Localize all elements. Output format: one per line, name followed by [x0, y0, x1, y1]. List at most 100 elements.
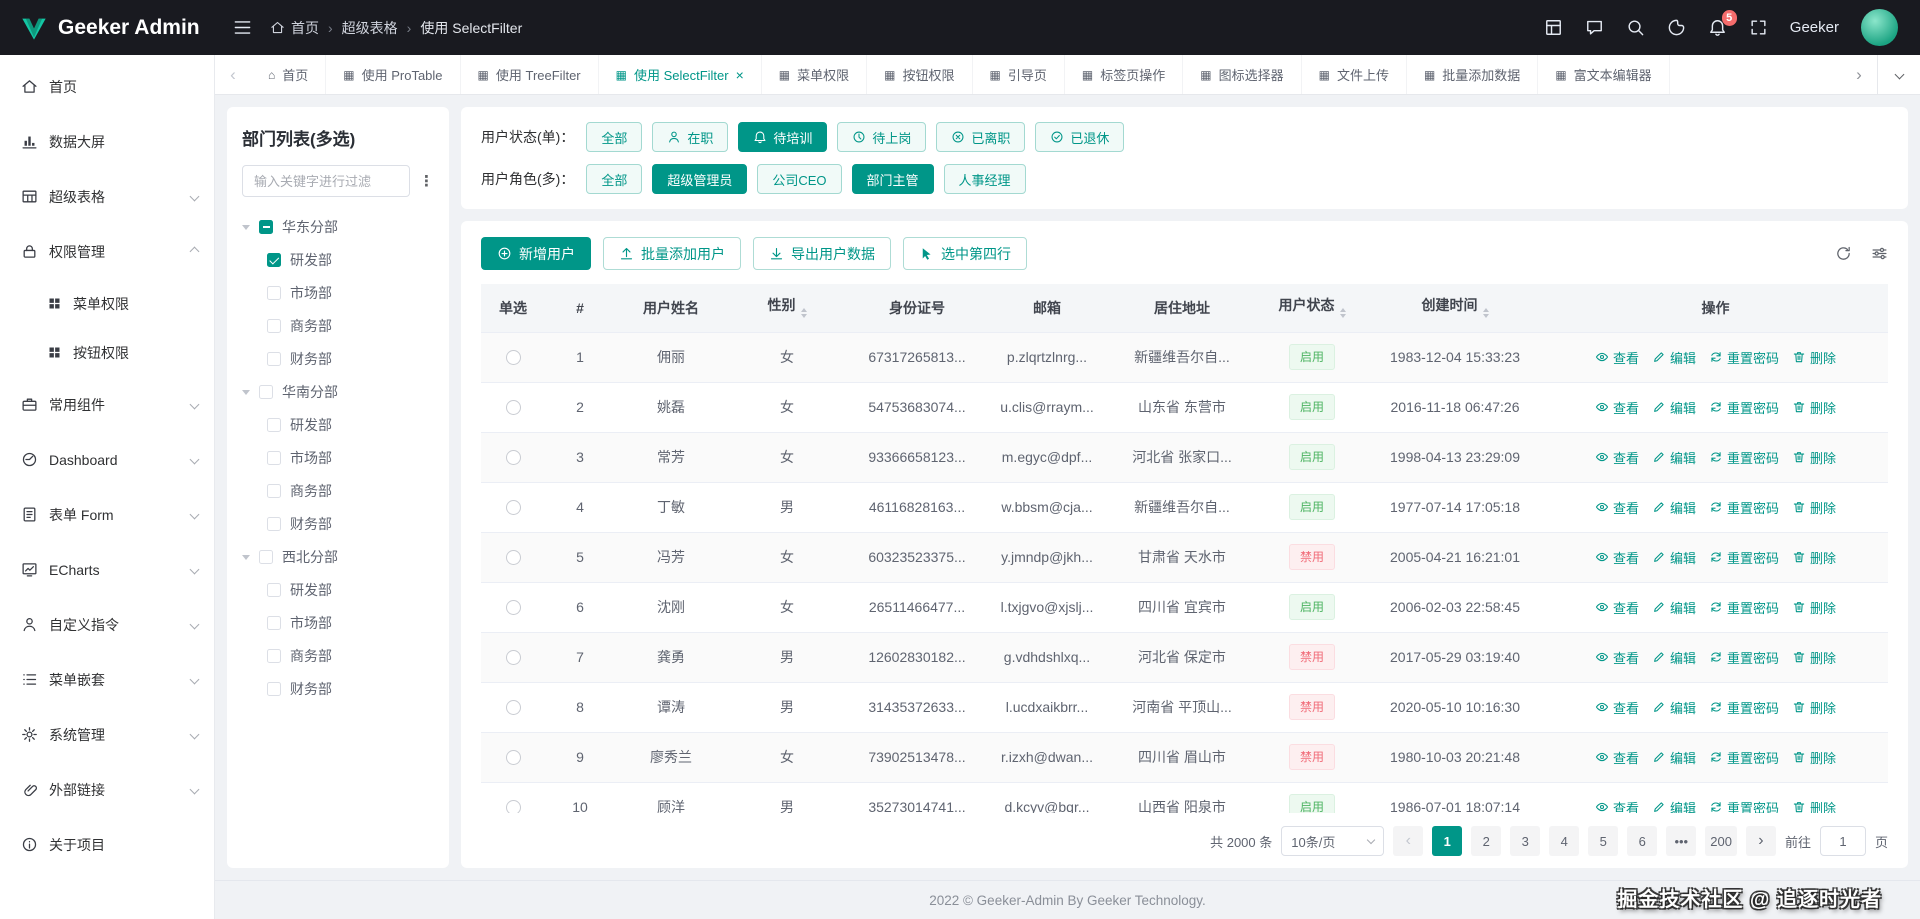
tree-node-parent[interactable]: 华东分部 — [242, 210, 434, 243]
view-button[interactable]: 查看 — [1595, 648, 1639, 667]
reset-password-button[interactable]: 重置密码 — [1709, 448, 1779, 467]
export-users-button[interactable]: 导出用户数据 — [753, 237, 891, 270]
tab-close-icon[interactable]: × — [736, 68, 744, 82]
tab[interactable]: ▦ 文件上传 × — [1302, 55, 1407, 94]
notification-bell-icon[interactable]: 5 — [1708, 10, 1737, 37]
fullscreen-icon[interactable] — [1749, 18, 1768, 37]
tree-checkbox[interactable] — [267, 252, 281, 267]
edit-button[interactable]: 编辑 — [1652, 448, 1696, 467]
edit-button[interactable]: 编辑 — [1652, 598, 1696, 617]
tree-node-child[interactable]: 财务部 — [242, 672, 434, 705]
tree-node-child[interactable]: 财务部 — [242, 342, 434, 375]
filter-role-manager[interactable]: 部门主管 — [851, 164, 934, 194]
reset-password-button[interactable]: 重置密码 — [1709, 798, 1779, 813]
edit-button[interactable]: 编辑 — [1652, 498, 1696, 517]
row-radio[interactable] — [505, 549, 521, 565]
edit-button[interactable]: 编辑 — [1652, 748, 1696, 767]
breadcrumb-item-tables[interactable]: 超级表格 — [342, 18, 398, 38]
row-radio[interactable] — [505, 599, 521, 615]
goto-page-input[interactable] — [1819, 826, 1866, 856]
page-button[interactable]: ••• — [1666, 826, 1697, 856]
tab[interactable]: ▦ 按钮权限 × — [867, 55, 973, 94]
sidebar-item-button-auth[interactable]: 按钮权限 — [0, 328, 214, 377]
logo[interactable]: Geeker Admin — [0, 14, 215, 42]
edit-button[interactable]: 编辑 — [1652, 548, 1696, 567]
tree-node-child[interactable]: 商务部 — [242, 309, 434, 342]
filter-role-all[interactable]: 全部 — [586, 164, 643, 194]
filter-status-training[interactable]: 待培训 — [738, 122, 828, 152]
tree-checkbox[interactable] — [267, 318, 281, 333]
select-fourth-row-button[interactable]: 选中第四行 — [903, 237, 1027, 270]
row-radio[interactable] — [505, 349, 521, 365]
filter-status-working[interactable]: 在职 — [652, 122, 729, 152]
table-row[interactable]: 6 沈刚 女 26511466477... l.txjgvo@xjslj... … — [481, 582, 1888, 633]
tree-checkbox[interactable] — [259, 549, 273, 564]
sort-icon[interactable] — [800, 305, 807, 321]
tree-node-child[interactable]: 研发部 — [242, 408, 434, 441]
delete-button[interactable]: 删除 — [1792, 398, 1836, 417]
filter-status-resigned[interactable]: 已离职 — [936, 122, 1026, 152]
table-row[interactable]: 1 佣丽 女 67317265813... p.zlqrtzlnrg... 新疆… — [481, 332, 1888, 383]
sidebar-item-external-links[interactable]: 外部链接 — [0, 762, 214, 817]
tree-node-child[interactable]: 研发部 — [242, 573, 434, 606]
view-button[interactable]: 查看 — [1595, 398, 1639, 417]
tabs-scroll-right-icon[interactable]: › — [1841, 55, 1877, 94]
tree-checkbox[interactable] — [267, 351, 281, 366]
delete-button[interactable]: 删除 — [1792, 648, 1836, 667]
filter-status-all[interactable]: 全部 — [586, 122, 643, 152]
page-button[interactable]: 6 — [1627, 826, 1658, 856]
reset-password-button[interactable]: 重置密码 — [1709, 598, 1779, 617]
page-button[interactable]: 1 — [1432, 826, 1463, 856]
page-button[interactable]: 3 — [1510, 826, 1541, 856]
tree-node-child[interactable]: 商务部 — [242, 639, 434, 672]
batch-add-users-button[interactable]: 批量添加用户 — [603, 237, 741, 270]
delete-button[interactable]: 删除 — [1792, 748, 1836, 767]
reset-password-button[interactable]: 重置密码 — [1709, 748, 1779, 767]
tree-node-child[interactable]: 市场部 — [242, 441, 434, 474]
theme-icon[interactable] — [1667, 18, 1686, 37]
message-icon[interactable] — [1585, 18, 1604, 37]
row-radio[interactable] — [505, 399, 521, 415]
tree-checkbox[interactable] — [259, 384, 273, 399]
tree-checkbox[interactable] — [267, 648, 281, 663]
next-page-button[interactable]: › — [1745, 826, 1776, 856]
tree-checkbox[interactable] — [267, 582, 281, 597]
tree-checkbox[interactable] — [259, 219, 273, 234]
sort-icon[interactable] — [1482, 305, 1489, 321]
tree-node-child[interactable]: 市场部 — [242, 606, 434, 639]
add-user-button[interactable]: 新增用户 — [481, 237, 591, 270]
prev-page-button[interactable]: ‹ — [1393, 826, 1424, 856]
column-setting-icon[interactable] — [1871, 245, 1888, 262]
sidebar-item-auth[interactable]: 权限管理 — [0, 224, 214, 279]
layout-setting-icon[interactable] — [1544, 18, 1563, 37]
sidebar-item-dashboard[interactable]: Dashboard — [0, 432, 214, 487]
table-row[interactable]: 8 谭涛 男 31435372633... l.ucdxaikbrr... 河南… — [481, 682, 1888, 733]
tab[interactable]: ▦ 富文本编辑器 × — [1538, 55, 1670, 94]
table-row[interactable]: 10 顾洋 男 35273014741... d.kcyv@bqr... 山西省… — [481, 782, 1888, 813]
delete-button[interactable]: 删除 — [1792, 598, 1836, 617]
tab[interactable]: ▦ 标签页操作 × — [1065, 55, 1184, 94]
row-radio[interactable] — [505, 449, 521, 465]
tree-checkbox[interactable] — [267, 285, 281, 300]
view-button[interactable]: 查看 — [1595, 448, 1639, 467]
edit-button[interactable]: 编辑 — [1652, 698, 1696, 717]
page-size-select[interactable]: 10条/页 — [1281, 826, 1385, 856]
view-button[interactable]: 查看 — [1595, 348, 1639, 367]
edit-button[interactable]: 编辑 — [1652, 398, 1696, 417]
filter-role-super-admin[interactable]: 超级管理员 — [652, 164, 748, 194]
view-button[interactable]: 查看 — [1595, 748, 1639, 767]
caret-down-icon[interactable] — [242, 224, 250, 234]
delete-button[interactable]: 删除 — [1792, 498, 1836, 517]
sidebar-item-directives[interactable]: 自定义指令 — [0, 597, 214, 652]
tree-node-child[interactable]: 研发部 — [242, 243, 434, 276]
col-status[interactable]: 用户状态 — [1257, 284, 1367, 333]
table-row[interactable]: 3 常芳 女 93366658123... m.egyc@dpf... 河北省 … — [481, 432, 1888, 483]
view-button[interactable]: 查看 — [1595, 498, 1639, 517]
breadcrumb-home[interactable]: 首页 — [270, 18, 319, 38]
sidebar-item-echarts[interactable]: ECharts — [0, 542, 214, 597]
row-radio[interactable] — [505, 749, 521, 765]
sidebar-item-protable[interactable]: 超级表格 — [0, 169, 214, 224]
tab[interactable]: ▦ 批量添加数据 × — [1407, 55, 1539, 94]
tree-node-child[interactable]: 财务部 — [242, 507, 434, 540]
tree-checkbox[interactable] — [267, 516, 281, 531]
